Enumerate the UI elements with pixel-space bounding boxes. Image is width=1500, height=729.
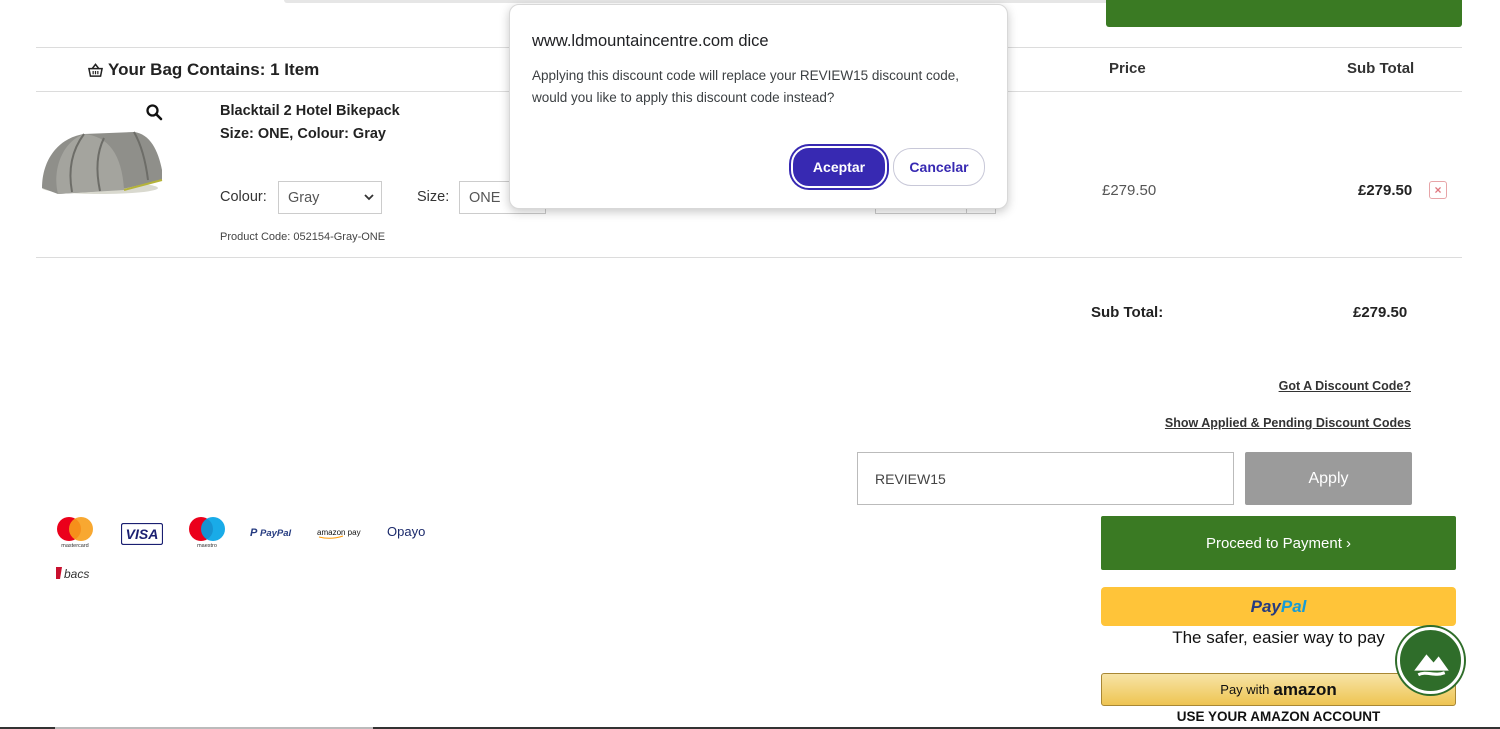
bag-title: Your Bag Contains: 1 Item [88, 60, 319, 80]
size-select-value: ONE [469, 190, 501, 206]
subtotal-value: £279.50 [1353, 304, 1408, 321]
product-image[interactable] [38, 120, 168, 200]
item-price: £279.50 [1102, 182, 1157, 199]
amazon-pay-icon: amazon pay [317, 528, 361, 539]
accept-button[interactable]: Aceptar [791, 146, 887, 188]
paypal-p: P [250, 527, 258, 539]
product-code: Product Code: 052154-Gray-ONE [220, 231, 386, 243]
cancel-button[interactable]: Cancelar [893, 148, 985, 186]
mastercard-text: mastercard [61, 543, 89, 549]
size-label: Size: [417, 189, 450, 205]
mastercard-icon: mastercard [57, 517, 93, 549]
top-search-bar[interactable] [284, 0, 1184, 3]
paypal-checkout-button[interactable]: Pay Pal [1101, 587, 1456, 626]
colour-select[interactable]: Gray [278, 181, 382, 214]
price-column-header: Price [1109, 60, 1146, 77]
amazon-tagline: USE YOUR AMAZON ACCOUNT [1176, 709, 1381, 724]
bacs-text: bacs [64, 567, 89, 581]
amazon-pay-text: amazon pay [317, 528, 361, 537]
visa-text: VISA [126, 526, 159, 542]
mountain-logo-icon [1414, 654, 1449, 677]
discount-code-input[interactable]: REVIEW15 [857, 452, 1234, 505]
chevron-down-icon [364, 194, 374, 201]
got-discount-code-link[interactable]: Got A Discount Code? [1279, 379, 1411, 393]
subtotal-column-header: Sub Total [1347, 60, 1415, 77]
colour-label: Colour: [220, 189, 267, 205]
show-discount-codes-link[interactable]: Show Applied & Pending Discount Codes [1165, 416, 1411, 430]
chat-widget-button[interactable] [1397, 627, 1464, 694]
opayo-text: Opayo [387, 524, 425, 539]
top-green-button[interactable] [1106, 0, 1462, 27]
remove-item-button[interactable]: × [1429, 181, 1447, 199]
apply-discount-button[interactable]: Apply [1245, 452, 1412, 505]
maestro-text: maestro [197, 543, 217, 549]
opayo-icon: Opayo [387, 524, 425, 539]
amazon-pay-prefix: Pay with [1220, 682, 1270, 697]
close-icon: × [1434, 183, 1442, 197]
dialog-message: Applying this discount code will replace… [532, 68, 959, 105]
product-meta: Size: ONE, Colour: Gray [220, 126, 386, 142]
amazon-logo: amazon [1273, 679, 1337, 699]
item-subtotal: £279.50 [1358, 182, 1413, 199]
product-name[interactable]: Blacktail 2 Hotel Bikepack [220, 103, 400, 119]
paypal-word: PayPal [260, 528, 292, 539]
paypal-logo-part2: Pal [1280, 596, 1307, 616]
dialog-title: www.ldmountaincentre.com dice [532, 32, 769, 50]
visa-icon: VISA [121, 523, 163, 545]
confirm-dialog: www.ldmountaincentre.com dice Applying t… [509, 4, 1008, 209]
bag-title-text: Your Bag Contains: 1 Item [108, 60, 320, 79]
zoom-icon[interactable] [145, 103, 163, 121]
divider [36, 257, 1462, 258]
basket-icon [88, 62, 103, 77]
proceed-to-payment-button[interactable]: Proceed to Payment › [1101, 516, 1456, 570]
bacs-icon: bacs [56, 567, 89, 581]
paypal-icon: P PayPal [250, 527, 292, 539]
colour-select-value: Gray [288, 190, 320, 206]
discount-code-value: REVIEW15 [875, 471, 946, 487]
maestro-icon: maestro [189, 517, 225, 549]
subtotal-label: Sub Total: [1091, 304, 1164, 321]
paypal-logo-part1: Pay [1250, 596, 1281, 616]
